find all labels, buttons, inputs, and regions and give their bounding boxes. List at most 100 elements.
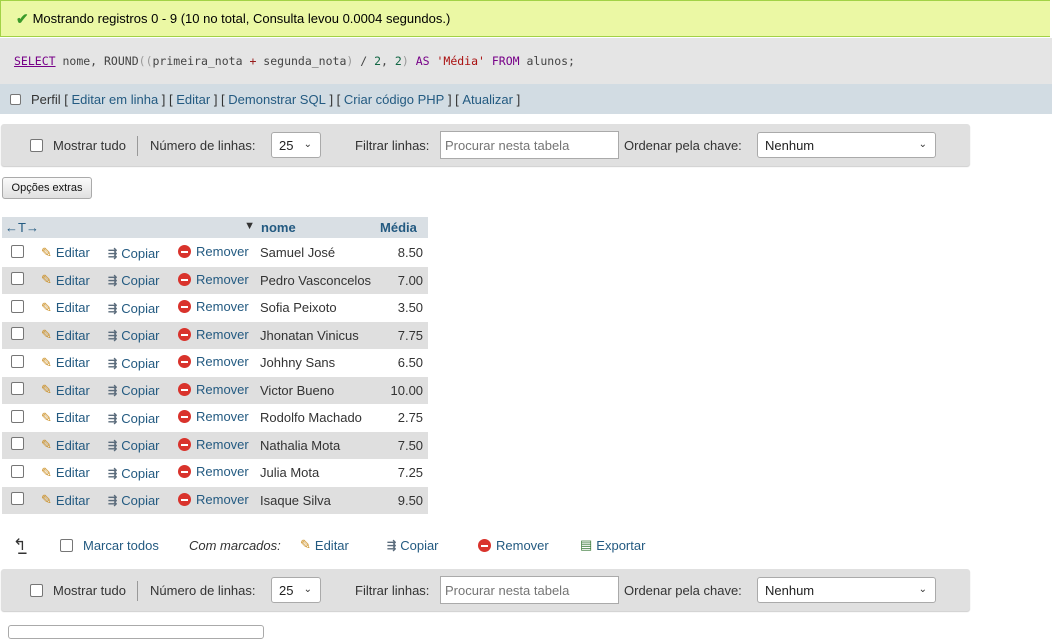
row-delete-link[interactable]: Remover: [196, 409, 249, 424]
cell-media[interactable]: 10.00: [377, 376, 429, 404]
cell-nome[interactable]: Nathalia Mota: [258, 431, 378, 459]
copy-icon: ⇶: [108, 302, 118, 315]
row-edit-link[interactable]: Editar: [56, 355, 90, 370]
navigation-bar-bottom: Mostrar tudo Número de linhas: 25 ⌄ Filtr…: [1, 569, 970, 611]
explain-sql-link[interactable]: Demonstrar SQL: [228, 92, 326, 107]
row-copy-link[interactable]: Copiar: [121, 493, 159, 508]
row-delete-link[interactable]: Remover: [196, 299, 249, 314]
row-checkbox[interactable]: [11, 244, 24, 258]
cell-nome[interactable]: Pedro Vasconcelos: [258, 266, 378, 294]
row-edit-link[interactable]: Editar: [56, 245, 90, 260]
row-checkbox[interactable]: [11, 299, 24, 313]
row-copy-link[interactable]: Copiar: [121, 438, 159, 453]
cell-nome[interactable]: Jhonatan Vinicus: [258, 321, 378, 349]
row-edit-link[interactable]: Editar: [56, 465, 90, 480]
cell-media[interactable]: 7.50: [377, 431, 429, 459]
rows-select[interactable]: 25 ⌄: [271, 577, 321, 603]
row-edit-link[interactable]: Editar: [56, 410, 90, 425]
row-edit-link[interactable]: Editar: [56, 273, 90, 288]
cell-media[interactable]: 8.50: [377, 238, 429, 267]
filter-label: Filtrar linhas:: [355, 137, 430, 153]
sort-select[interactable]: Nenhum ⌄: [757, 132, 936, 158]
row-copy-link[interactable]: Copiar: [121, 246, 159, 261]
cell-media[interactable]: 6.50: [377, 349, 429, 377]
sort-triangle-icon[interactable]: ▼: [244, 220, 255, 232]
cell-media[interactable]: 7.00: [377, 266, 429, 294]
column-header-nome[interactable]: nome: [258, 217, 378, 239]
row-checkbox[interactable]: [11, 409, 24, 423]
cell-nome[interactable]: Rodolfo Machado: [258, 404, 378, 432]
row-checkbox[interactable]: [11, 272, 24, 286]
cell-nome[interactable]: Isaque Silva: [258, 486, 378, 514]
row-copy-link[interactable]: Copiar: [121, 328, 159, 343]
remove-icon: [178, 300, 191, 314]
cell-nome[interactable]: Julia Mota: [258, 459, 378, 487]
cell-nome[interactable]: Victor Bueno: [258, 376, 378, 404]
row-checkbox[interactable]: [11, 382, 24, 396]
column-header-media[interactable]: Média: [377, 217, 429, 239]
table-row: ✎ Editar ⇶ Copiar Remover Johhny Sans 6.50: [2, 349, 429, 377]
cell-nome[interactable]: Sofia Peixoto: [258, 294, 378, 322]
filter-input[interactable]: Procurar nesta tabela: [440, 131, 619, 159]
row-copy-link[interactable]: Copiar: [121, 301, 159, 316]
cell-media[interactable]: 7.25: [377, 459, 429, 487]
check-all-checkbox[interactable]: [60, 538, 73, 552]
column-resize-arrows-icon[interactable]: ←T→: [5, 220, 39, 235]
row-copy-link[interactable]: Copiar: [121, 356, 159, 371]
row-copy-link[interactable]: Copiar: [121, 273, 159, 288]
refresh-link[interactable]: Atualizar: [462, 92, 513, 107]
row-checkbox[interactable]: [11, 492, 24, 506]
row-edit-link[interactable]: Editar: [56, 328, 90, 343]
divider: [137, 136, 138, 156]
show-all-checkbox[interactable]: [30, 583, 43, 597]
cell-media[interactable]: 9.50: [377, 486, 429, 514]
sql-keyword[interactable]: SELECT: [14, 54, 56, 68]
rows-value: 25: [279, 137, 294, 153]
row-edit-link[interactable]: Editar: [56, 300, 90, 315]
row-copy-link[interactable]: Copiar: [121, 466, 159, 481]
row-copy-link[interactable]: Copiar: [121, 411, 159, 426]
sort-select[interactable]: Nenhum ⌄: [757, 577, 936, 603]
sql-token: primeira_nota: [152, 54, 250, 68]
create-php-link[interactable]: Criar código PHP: [344, 92, 444, 107]
cell-nome[interactable]: Johhny Sans: [258, 349, 378, 377]
row-copy-link[interactable]: Copiar: [121, 383, 159, 398]
row-delete-link[interactable]: Remover: [196, 354, 249, 369]
row-edit-link[interactable]: Editar: [56, 438, 90, 453]
filter-input[interactable]: Procurar nesta tabela: [440, 576, 619, 604]
edit-inline-link[interactable]: Editar em linha: [71, 92, 158, 107]
copy-icon: ⇶: [108, 385, 118, 398]
show-all-checkbox[interactable]: [30, 138, 43, 152]
cell-nome[interactable]: Samuel José: [258, 238, 378, 267]
row-delete-link[interactable]: Remover: [196, 244, 249, 259]
extra-options-button[interactable]: Opções extras: [2, 177, 92, 199]
row-checkbox[interactable]: [11, 437, 24, 451]
row-delete-link[interactable]: Remover: [196, 382, 249, 397]
row-edit-link[interactable]: Editar: [56, 493, 90, 508]
check-all-link[interactable]: Marcar todos: [83, 538, 159, 553]
row-delete-link[interactable]: Remover: [196, 437, 249, 452]
row-delete-link[interactable]: Remover: [196, 327, 249, 342]
remove-icon: [178, 410, 191, 424]
bulk-export-button[interactable]: Exportar: [596, 538, 645, 553]
with-selected-label: Com marcados:: [189, 537, 281, 553]
cell-media[interactable]: 2.75: [377, 404, 429, 432]
cell-media[interactable]: 7.75: [377, 321, 429, 349]
cell-media[interactable]: 3.50: [377, 294, 429, 322]
sql-string: 'Média': [436, 54, 485, 68]
row-checkbox[interactable]: [11, 464, 24, 478]
rows-select[interactable]: 25 ⌄: [271, 132, 321, 158]
bulk-edit-button[interactable]: Editar: [315, 538, 349, 553]
row-delete-link[interactable]: Remover: [196, 272, 249, 287]
edit-query-link[interactable]: Editar: [176, 92, 210, 107]
row-checkbox[interactable]: [11, 354, 24, 368]
row-checkbox[interactable]: [11, 327, 24, 341]
row-edit-link[interactable]: Editar: [56, 383, 90, 398]
row-delete-link[interactable]: Remover: [196, 492, 249, 507]
chevron-down-icon: ⌄: [918, 584, 927, 595]
bulk-delete-button[interactable]: Remover: [496, 538, 549, 553]
bulk-copy-button[interactable]: Copiar: [400, 538, 438, 553]
profile-checkbox[interactable]: [10, 93, 21, 105]
row-delete-link[interactable]: Remover: [196, 464, 249, 479]
copy-icon: ⇶: [108, 412, 118, 425]
